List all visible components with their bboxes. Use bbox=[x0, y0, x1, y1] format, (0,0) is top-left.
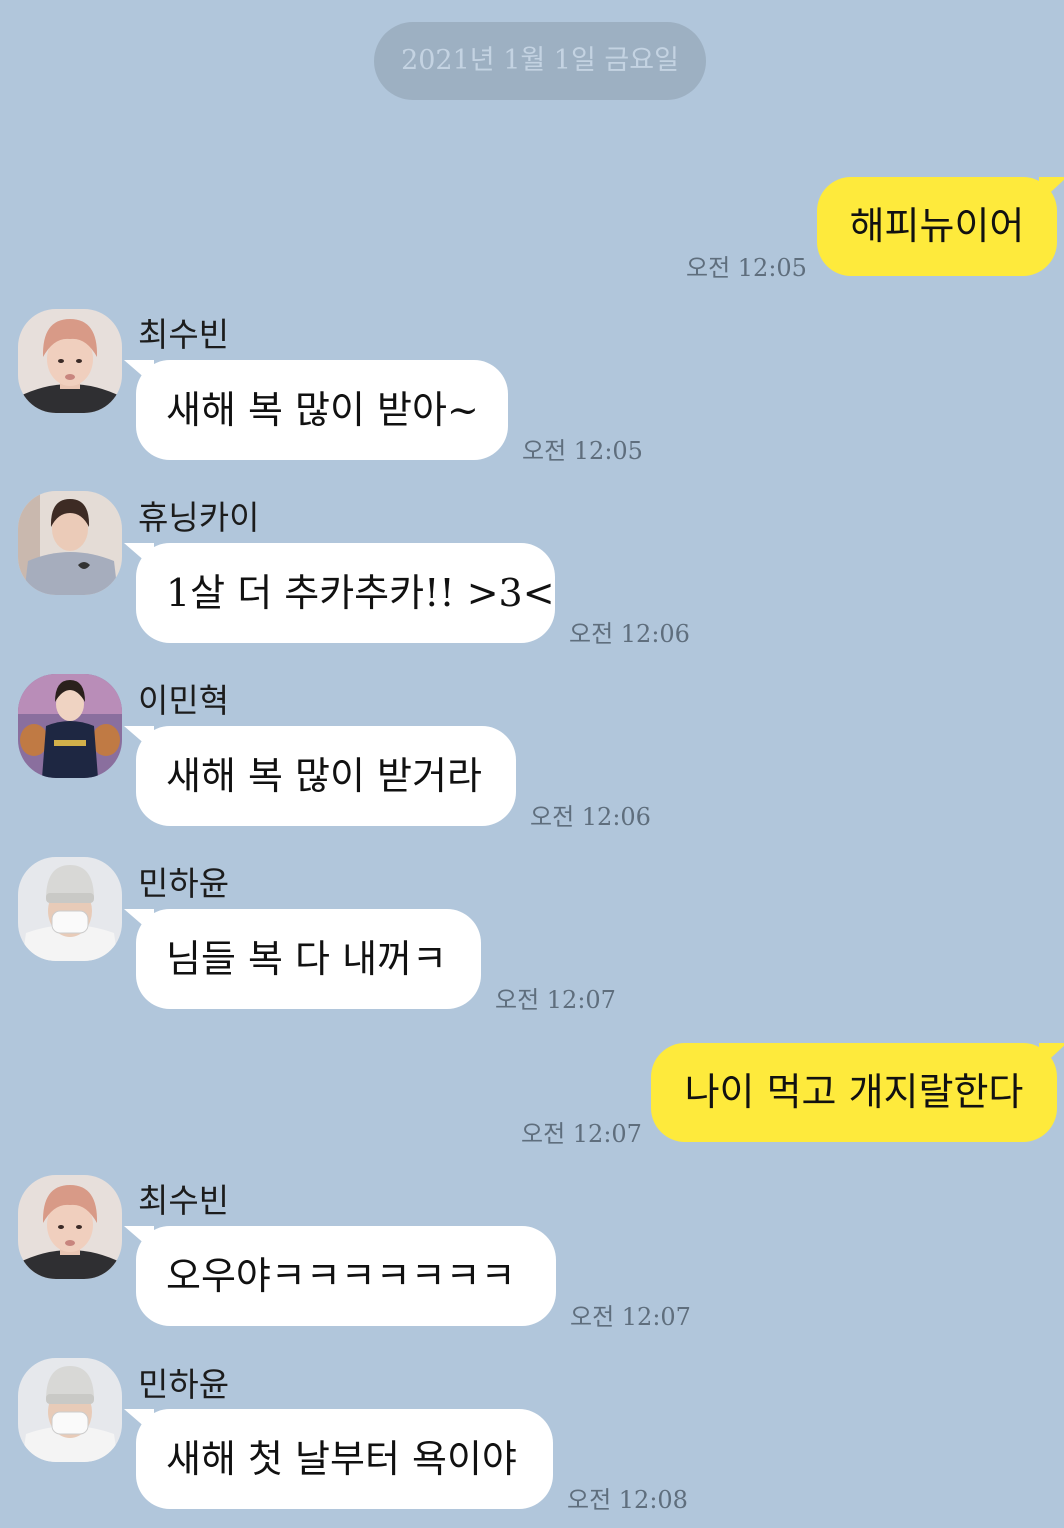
bubble-tail bbox=[124, 1226, 154, 1252]
bubble-tail bbox=[1039, 1043, 1064, 1069]
message-text: 해피뉴이어 bbox=[849, 204, 1025, 248]
avatar-pink-hair-icon bbox=[18, 309, 122, 413]
message-text: 1살 더 추카추카!! >3< bbox=[166, 571, 555, 615]
incoming-message[interactable]: 오우야ㅋㅋㅋㅋㅋㅋㅋ bbox=[124, 1226, 556, 1326]
incoming-message[interactable]: 새해 첫 날부터 욕이야 bbox=[124, 1409, 553, 1509]
sender-name: 최수빈 bbox=[138, 1181, 230, 1220]
avatar-navy-sweater-icon bbox=[18, 674, 122, 778]
message-time: 오전 12:08 bbox=[567, 1486, 688, 1514]
bubble-tail bbox=[124, 1409, 154, 1435]
incoming-message[interactable]: 새해 복 많이 받거라 bbox=[124, 726, 516, 826]
avatar[interactable] bbox=[18, 1358, 122, 1462]
message-text: 오우야ㅋㅋㅋㅋㅋㅋㅋ bbox=[166, 1254, 516, 1298]
message-time: 오전 12:06 bbox=[569, 620, 690, 648]
incoming-message[interactable]: 1살 더 추카추카!! >3< bbox=[124, 543, 555, 643]
avatar[interactable] bbox=[18, 491, 122, 595]
sender-name: 이민혁 bbox=[138, 681, 230, 720]
avatar[interactable] bbox=[18, 674, 122, 778]
message-time: 오전 12:07 bbox=[570, 1303, 691, 1331]
avatar[interactable] bbox=[18, 857, 122, 961]
bubble-tail bbox=[124, 543, 154, 569]
avatar-mask-beanie-icon bbox=[18, 857, 122, 961]
outgoing-message[interactable]: 해피뉴이어 bbox=[817, 177, 1064, 276]
bubble-tail bbox=[124, 726, 154, 752]
message-text: 새해 복 많이 받아~ bbox=[166, 388, 479, 432]
message-text: 님들 복 다 내꺼ㅋ bbox=[166, 937, 447, 981]
avatar-mask-beanie-icon bbox=[18, 1358, 122, 1462]
sender-name: 휴닝카이 bbox=[138, 498, 260, 537]
message-time: 오전 12:07 bbox=[495, 986, 616, 1014]
bubble-tail bbox=[1039, 177, 1064, 203]
incoming-message[interactable]: 님들 복 다 내꺼ㅋ bbox=[124, 909, 481, 1009]
sender-name: 민하윤 bbox=[138, 1365, 230, 1404]
incoming-message[interactable]: 새해 복 많이 받아~ bbox=[124, 360, 508, 460]
message-time: 오전 12:07 bbox=[521, 1120, 642, 1148]
message-time: 오전 12:06 bbox=[530, 803, 651, 831]
avatar-gray-sweater-icon bbox=[18, 491, 122, 595]
message-text: 나이 먹고 개지랄한다 bbox=[684, 1070, 1024, 1114]
sender-name: 민하윤 bbox=[138, 864, 230, 903]
bubble-tail bbox=[124, 360, 154, 386]
avatar[interactable] bbox=[18, 309, 122, 413]
message-time: 오전 12:05 bbox=[686, 254, 807, 282]
message-text: 새해 첫 날부터 욕이야 bbox=[166, 1437, 517, 1481]
date-divider: 2021년 1월 1일 금요일 bbox=[374, 22, 706, 100]
bubble-tail bbox=[124, 909, 154, 935]
avatar[interactable] bbox=[18, 1175, 122, 1279]
sender-name: 최수빈 bbox=[138, 315, 230, 354]
message-time: 오전 12:05 bbox=[522, 437, 643, 465]
message-text: 새해 복 많이 받거라 bbox=[166, 754, 482, 798]
outgoing-message[interactable]: 나이 먹고 개지랄한다 bbox=[651, 1043, 1064, 1142]
avatar-pink-hair-icon bbox=[18, 1175, 122, 1279]
